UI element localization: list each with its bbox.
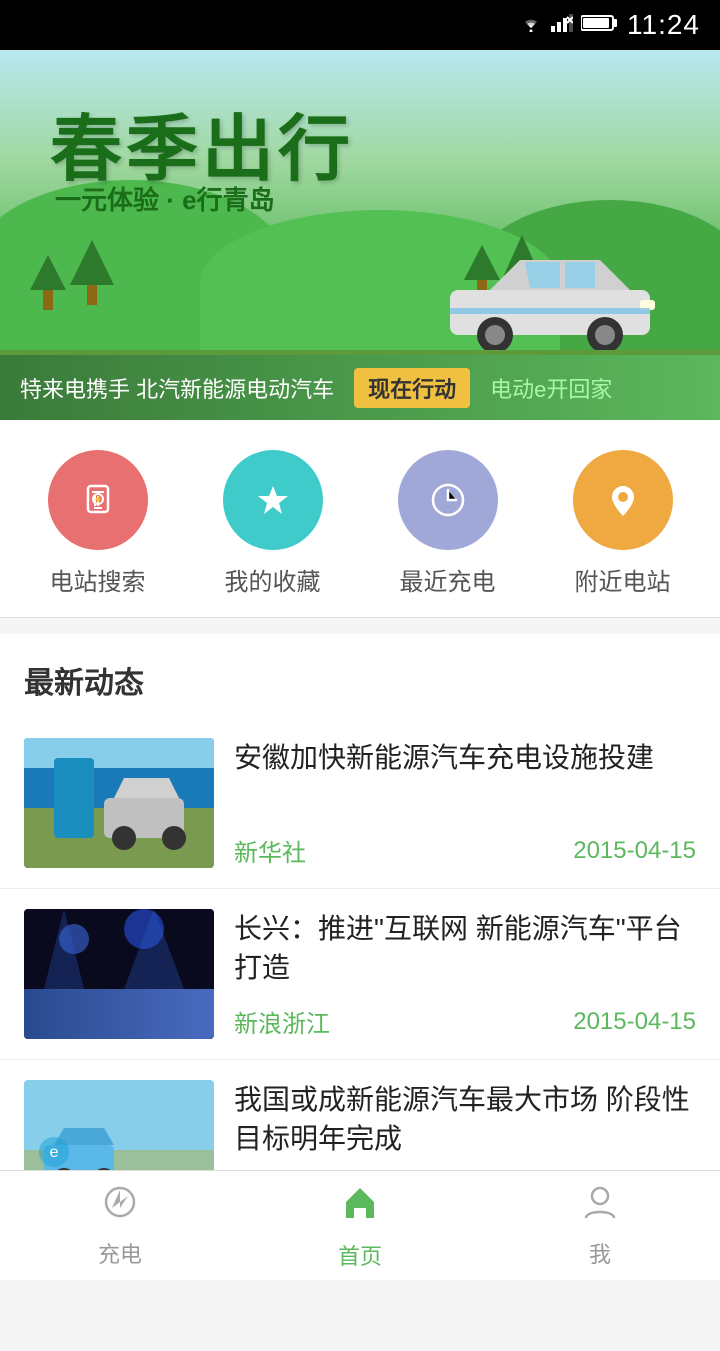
banner-bottom-text2: 电动e开回家: [490, 372, 612, 404]
news-item-2[interactable]: 长兴：推进"互联网 新能源汽车"平台打造 新浪浙江 2015-04-15: [0, 889, 720, 1060]
section-header: 最新动态: [0, 634, 720, 718]
bottom-nav: 充电 首页 我: [0, 1170, 720, 1280]
wifi-icon: [519, 12, 543, 38]
news-title-2: 长兴：推进"互联网 新能源汽车"平台打造: [234, 909, 696, 987]
car-image: [440, 240, 660, 350]
quick-item-favorites[interactable]: 我的收藏: [223, 450, 323, 597]
nav-charge[interactable]: 充电: [0, 1182, 240, 1269]
banner-subtitle: 一元体验 · e行青岛: [55, 180, 275, 217]
status-icons: 11:24: [519, 9, 700, 41]
news-thumb-1: [24, 738, 214, 868]
news-title-1: 安徽加快新能源汽车充电设施投建: [234, 738, 696, 777]
home-nav-label: 首页: [338, 1239, 382, 1271]
news-list: 安徽加快新能源汽车充电设施投建 新华社 2015-04-15: [0, 718, 720, 1231]
news-content-2: 长兴：推进"互联网 新能源汽车"平台打造 新浪浙江 2015-04-15: [234, 909, 696, 1039]
news-meta-1: 新华社 2015-04-15: [234, 833, 696, 868]
news-item-1[interactable]: 安徽加快新能源汽车充电设施投建 新华社 2015-04-15: [0, 718, 720, 889]
favorites-label: 我的收藏: [225, 562, 321, 597]
recent-charge-icon: [398, 450, 498, 550]
news-source-2: 新浪浙江: [234, 1004, 330, 1039]
favorites-icon: [223, 450, 323, 550]
svg-text:e: e: [50, 1144, 59, 1161]
status-bar: 11:24: [0, 0, 720, 50]
charge-nav-label: 充电: [98, 1237, 142, 1269]
nav-home[interactable]: 首页: [240, 1180, 480, 1271]
news-thumb-2: [24, 909, 214, 1039]
status-time: 11:24: [627, 9, 700, 41]
banner-bottom-text1: 特来电携手 北汽新能源电动汽车: [20, 372, 334, 404]
quick-item-recent-charge[interactable]: 最近充电: [398, 450, 498, 597]
home-nav-icon: [338, 1180, 382, 1233]
news-content-1: 安徽加快新能源汽车充电设施投建 新华社 2015-04-15: [234, 738, 696, 868]
nearby-station-icon: [573, 450, 673, 550]
news-meta-2: 新浪浙江 2015-04-15: [234, 1004, 696, 1039]
station-search-label: 电站搜索: [50, 562, 146, 597]
news-source-1: 新华社: [234, 833, 306, 868]
me-nav-icon: [580, 1182, 620, 1231]
news-date-1: 2015-04-15: [573, 837, 696, 865]
section-title: 最新动态: [24, 667, 144, 700]
banner-bottom: 特来电携手 北汽新能源电动汽车 现在行动 电动e开回家: [0, 355, 720, 420]
quick-item-nearby-station[interactable]: 附近电站: [573, 450, 673, 597]
battery-icon: [581, 14, 619, 37]
svg-text:⚡: ⚡: [93, 494, 103, 504]
quick-access: ⚡ 电站搜索 我的收藏 最近充电 附近电站: [0, 420, 720, 618]
news-date-2: 2015-04-15: [573, 1008, 696, 1036]
charge-nav-icon: [100, 1182, 140, 1231]
banner-bottom-badge: 现在行动: [354, 368, 470, 408]
station-search-icon: ⚡: [48, 450, 148, 550]
nav-me[interactable]: 我: [480, 1182, 720, 1269]
signal-icon: [551, 12, 573, 38]
quick-item-station-search[interactable]: ⚡ 电站搜索: [48, 450, 148, 597]
me-nav-label: 我: [589, 1237, 611, 1269]
news-title-3: 我国或成新能源汽车最大市场 阶段性目标明年完成: [234, 1080, 696, 1158]
nearby-station-label: 附近电站: [575, 562, 671, 597]
recent-charge-label: 最近充电: [400, 562, 496, 597]
banner: 春季出行 一元体验 · e行青岛 特来电携手 北汽新能源电动汽车 现在行动 电动…: [0, 50, 720, 420]
